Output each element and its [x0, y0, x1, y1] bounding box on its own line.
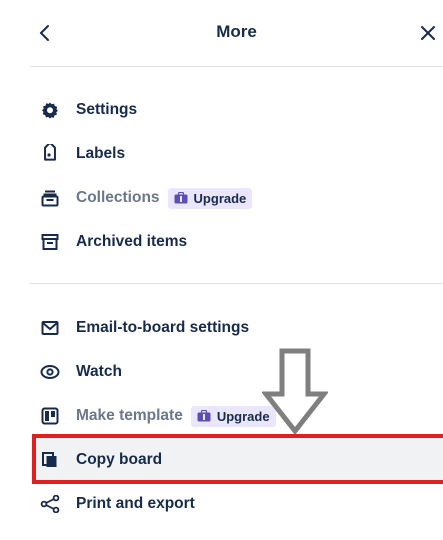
menu-header: More	[30, 0, 443, 67]
menu-section-actions: Email-to-board settings Watch Make templ…	[30, 306, 443, 526]
tag-icon	[40, 144, 60, 164]
menu-item-copy-board[interactable]: Copy board	[30, 438, 443, 482]
menu-item-label: Copy board	[76, 451, 163, 468]
close-button[interactable]	[413, 18, 443, 48]
menu-item-label: Archived items	[76, 233, 188, 250]
collections-icon	[40, 188, 60, 208]
menu-item-label: Email-to-board settings	[76, 319, 250, 336]
menu-item-labels[interactable]: Labels	[30, 132, 443, 176]
close-icon	[421, 26, 435, 40]
menu-item-label: Make template	[76, 407, 183, 424]
template-icon	[40, 406, 60, 426]
menu-item-label: Settings	[76, 101, 138, 118]
email-icon	[40, 318, 60, 338]
gear-icon	[40, 100, 60, 120]
menu-item-print-and-export[interactable]: Print and export	[30, 482, 443, 526]
menu-title: More	[216, 22, 257, 41]
more-menu-panel: More Settings Labels Collections Upgrade…	[0, 0, 443, 540]
menu-item-archived-items[interactable]: Archived items	[30, 220, 443, 264]
menu-item-label: Labels	[76, 145, 126, 162]
archive-icon	[40, 232, 60, 252]
menu-item-watch[interactable]: Watch	[30, 350, 443, 394]
upgrade-badge-label: Upgrade	[193, 190, 247, 206]
upgrade-badge[interactable]: Upgrade	[190, 405, 276, 427]
menu-item-make-template[interactable]: Make template Upgrade	[30, 394, 443, 438]
eye-icon	[40, 362, 60, 382]
share-icon	[40, 494, 60, 514]
menu-item-settings[interactable]: Settings	[30, 88, 443, 132]
copy-icon	[40, 450, 60, 470]
upgrade-badge[interactable]: Upgrade	[167, 187, 253, 209]
upgrade-badge-label: Upgrade	[216, 408, 270, 424]
menu-item-email-to-board-settings[interactable]: Email-to-board settings	[30, 306, 443, 350]
menu-section-board: Settings Labels Collections Upgrade Arch…	[30, 88, 443, 264]
menu-item-label: Collections	[76, 189, 160, 206]
menu-item-label: Watch	[76, 363, 122, 380]
briefcase-icon	[174, 192, 188, 204]
menu-item-collections[interactable]: Collections Upgrade	[30, 176, 443, 220]
briefcase-icon	[197, 410, 211, 422]
menu-divider	[30, 283, 443, 284]
menu-item-label: Print and export	[76, 495, 195, 512]
